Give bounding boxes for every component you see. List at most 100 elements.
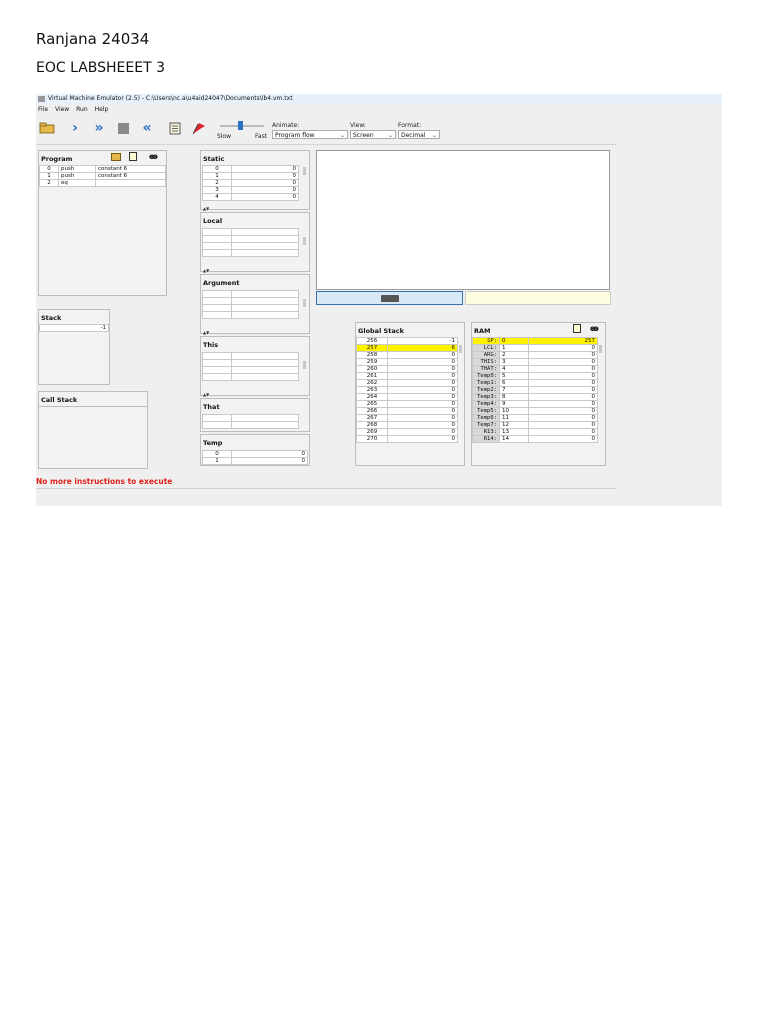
stop-icon: [117, 122, 129, 134]
chevron-down-icon: ⌄: [339, 132, 345, 139]
global-stack-row: 256 -1: [356, 337, 458, 345]
ram-row: ARG: 2 0: [472, 351, 598, 359]
this-table: [202, 352, 299, 381]
ram-value: 0: [528, 421, 598, 429]
ram-value: 0: [528, 365, 598, 373]
new-file-icon[interactable]: [573, 324, 581, 333]
program-row: 0 push constant 6: [39, 165, 166, 173]
that-title: That: [203, 403, 220, 411]
global-stack-row: 267 0: [356, 414, 458, 422]
script-button[interactable]: [166, 120, 184, 136]
table-row: [202, 304, 299, 312]
global-stack-address: 256: [356, 337, 388, 345]
speed-slider[interactable]: [220, 121, 264, 131]
binoculars-icon[interactable]: ꙭ: [590, 324, 599, 333]
global-stack-address: 270: [356, 435, 388, 443]
global-stack-title: Global Stack: [358, 327, 404, 335]
global-stack-row: 265 0: [356, 400, 458, 408]
stack-panel: Stack -1: [38, 309, 110, 385]
global-stack-row: 266 0: [356, 407, 458, 415]
static-index: 1: [202, 172, 232, 180]
global-stack-value: 0: [387, 407, 458, 415]
table-row: [202, 228, 299, 236]
program-argument: constant 6: [95, 165, 166, 173]
window-title: Virtual Machine Emulator (2.5) - C:\User…: [48, 95, 293, 102]
static-index: 2: [202, 179, 232, 187]
static-value: 0: [231, 186, 299, 194]
single-step-button[interactable]: ›: [66, 120, 84, 136]
format-value: Decimal: [401, 132, 426, 139]
ram-row: Temp1: 6 0: [472, 379, 598, 387]
view-select[interactable]: Screen ⌄: [350, 130, 396, 139]
ram-row: Temp4: 9 0: [472, 400, 598, 408]
format-select[interactable]: Decimal ⌄: [398, 130, 440, 139]
stop-button[interactable]: [114, 120, 132, 136]
menu-file[interactable]: File: [38, 106, 48, 113]
ram-scrollbar[interactable]: [599, 345, 602, 353]
global-stack-value: 0: [387, 428, 458, 436]
static-row: 00: [202, 165, 299, 173]
slow-label: Slow: [217, 133, 232, 140]
menu-run[interactable]: Run: [76, 106, 88, 113]
global-stack-scrollbar[interactable]: [459, 345, 462, 353]
global-stack-row: 269 0: [356, 428, 458, 436]
ram-row: Temp7: 12 0: [472, 421, 598, 429]
table-row: [202, 311, 299, 319]
view-label: View:: [350, 122, 366, 129]
scroll-arrows-icon[interactable]: ▲▼: [203, 206, 209, 211]
scroll-arrows-icon[interactable]: ▲▼: [203, 330, 209, 335]
argument-scrollbar[interactable]: [303, 299, 306, 307]
ram-address: 6: [499, 379, 529, 387]
binoculars-icon[interactable]: ꙭ: [149, 152, 158, 161]
keyboard-toggle[interactable]: [316, 291, 463, 305]
local-scrollbar[interactable]: [303, 237, 306, 245]
ram-row: Temp3: 8 0: [472, 393, 598, 401]
ram-value: 0: [528, 400, 598, 408]
ram-register-name: Temp5:: [472, 407, 500, 415]
global-stack-value: 0: [387, 414, 458, 422]
program-argument: constant 6: [95, 172, 166, 180]
status-divider: [36, 488, 616, 489]
global-stack-address: 264: [356, 393, 388, 401]
ram-value: 0: [528, 428, 598, 436]
ram-address: 5: [499, 372, 529, 380]
static-row: 10: [202, 172, 299, 180]
ram-row: R13: 13 0: [472, 428, 598, 436]
ram-address: 3: [499, 358, 529, 366]
menu-bar: File View Run Help: [36, 105, 111, 114]
global-stack-value: 6: [387, 344, 458, 352]
table-row: [202, 421, 299, 429]
program-opcode: push: [58, 172, 96, 180]
animate-select[interactable]: Program flow ⌄: [272, 130, 348, 139]
that-table: [202, 414, 299, 429]
load-program-button[interactable]: [38, 120, 56, 136]
format-label: Format:: [398, 122, 422, 129]
run-button[interactable]: »: [90, 120, 108, 136]
table-row: [202, 352, 299, 360]
ram-value: 257: [528, 337, 598, 345]
menu-help[interactable]: Help: [95, 106, 109, 113]
argument-panel: Argument ▲▼: [200, 274, 310, 335]
menu-view[interactable]: View: [55, 106, 69, 113]
scroll-arrows-icon[interactable]: ▲▼: [203, 268, 209, 273]
global-stack-address: 262: [356, 379, 388, 387]
table-row: [202, 290, 299, 298]
table-row: [202, 366, 299, 374]
table-row: [202, 249, 299, 257]
ram-register-name: Temp4:: [472, 400, 500, 408]
folder-icon[interactable]: [111, 153, 121, 161]
reset-button[interactable]: «: [138, 120, 156, 136]
ram-address: 13: [499, 428, 529, 436]
ram-value: 0: [528, 393, 598, 401]
global-stack-address: 263: [356, 386, 388, 394]
breakpoints-button[interactable]: [190, 120, 208, 136]
keyboard-input-field[interactable]: [465, 291, 611, 305]
ram-row: THIS: 3 0: [472, 358, 598, 366]
static-table: 0010203040: [202, 165, 299, 201]
scroll-arrows-icon[interactable]: ▲▼: [203, 392, 209, 397]
global-stack-value: 0: [387, 386, 458, 394]
speed-slider-thumb[interactable]: [238, 121, 243, 130]
this-scrollbar[interactable]: [303, 361, 306, 369]
static-scrollbar[interactable]: [303, 167, 306, 175]
new-file-icon[interactable]: [129, 152, 137, 161]
